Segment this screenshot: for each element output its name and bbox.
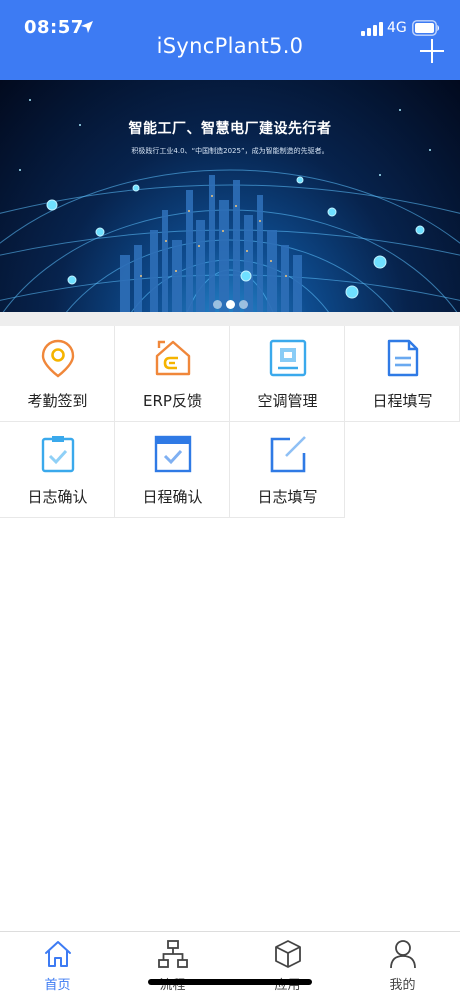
- app-label: 日志确认: [27, 488, 88, 506]
- app-log-fill[interactable]: 日志填写: [230, 422, 345, 518]
- home-indicator: [148, 979, 312, 985]
- tab-label: 我的: [389, 978, 416, 993]
- app-label: 日程确认: [142, 488, 203, 506]
- header: 08:57 4G iSyncPlant5.0: [0, 0, 460, 80]
- erp-feedback-icon: [155, 340, 191, 376]
- air-conditioner-icon: [269, 339, 307, 377]
- app-erp-feedback[interactable]: ERP反馈: [115, 326, 230, 422]
- carousel-dot[interactable]: [212, 300, 222, 309]
- app-schedule-confirm[interactable]: 日程确认: [115, 422, 230, 518]
- tab-label: 首页: [44, 978, 71, 993]
- page-title: iSyncPlant5.0: [156, 34, 304, 58]
- app-schedule-fill[interactable]: 日程填写: [345, 326, 460, 422]
- banner-subtitle: 积极践行工业4.0、“中国制造2025”，成为智能制造的先驱者。: [131, 147, 329, 155]
- calendar-check-icon: [154, 435, 192, 473]
- flowchart-icon: [158, 940, 188, 968]
- carousel-dot-active[interactable]: [225, 300, 235, 309]
- location-arrow-icon: [81, 21, 93, 33]
- app-attendance[interactable]: 考勤签到: [0, 326, 115, 422]
- carousel-dot[interactable]: [238, 300, 248, 309]
- tab-profile[interactable]: 我的: [345, 932, 460, 996]
- tab-process[interactable]: 流程: [115, 932, 230, 996]
- app-label: 日程填写: [372, 392, 433, 410]
- tab-home[interactable]: 首页: [0, 932, 115, 996]
- banner-carousel[interactable]: 智能工厂、智慧电厂建设先行者 积极践行工业4.0、“中国制造2025”，成为智能…: [0, 80, 460, 312]
- home-icon: [45, 941, 71, 967]
- carousel-dots: [0, 294, 460, 309]
- app-label: ERP反馈: [143, 392, 202, 410]
- section-divider: [0, 312, 460, 326]
- schedule-document-icon: [387, 339, 419, 377]
- app-log-confirm[interactable]: 日志确认: [0, 422, 115, 518]
- app-label: 日志填写: [257, 488, 318, 506]
- app-air-conditioning[interactable]: 空调管理: [230, 326, 345, 422]
- tab-apps[interactable]: 应用: [230, 932, 345, 996]
- banner-title: 智能工厂、智慧电厂建设先行者: [128, 121, 332, 137]
- app-label: 考勤签到: [27, 392, 88, 410]
- clipboard-check-icon: [41, 436, 75, 473]
- person-icon: [390, 940, 416, 969]
- cube-icon: [275, 940, 301, 968]
- app-label: 空调管理: [257, 392, 318, 410]
- edit-note-icon: [270, 436, 306, 473]
- app-screen: 08:57 4G iSyncPlant5.0 智能工厂、智慧电厂建设先行者 积极…: [0, 0, 460, 996]
- location-pin-icon: [41, 339, 75, 378]
- bottom-tab-bar: 首页 流程 应用 我的: [0, 931, 460, 996]
- globe-city-illustration: [0, 99, 460, 312]
- add-button[interactable]: [418, 37, 446, 65]
